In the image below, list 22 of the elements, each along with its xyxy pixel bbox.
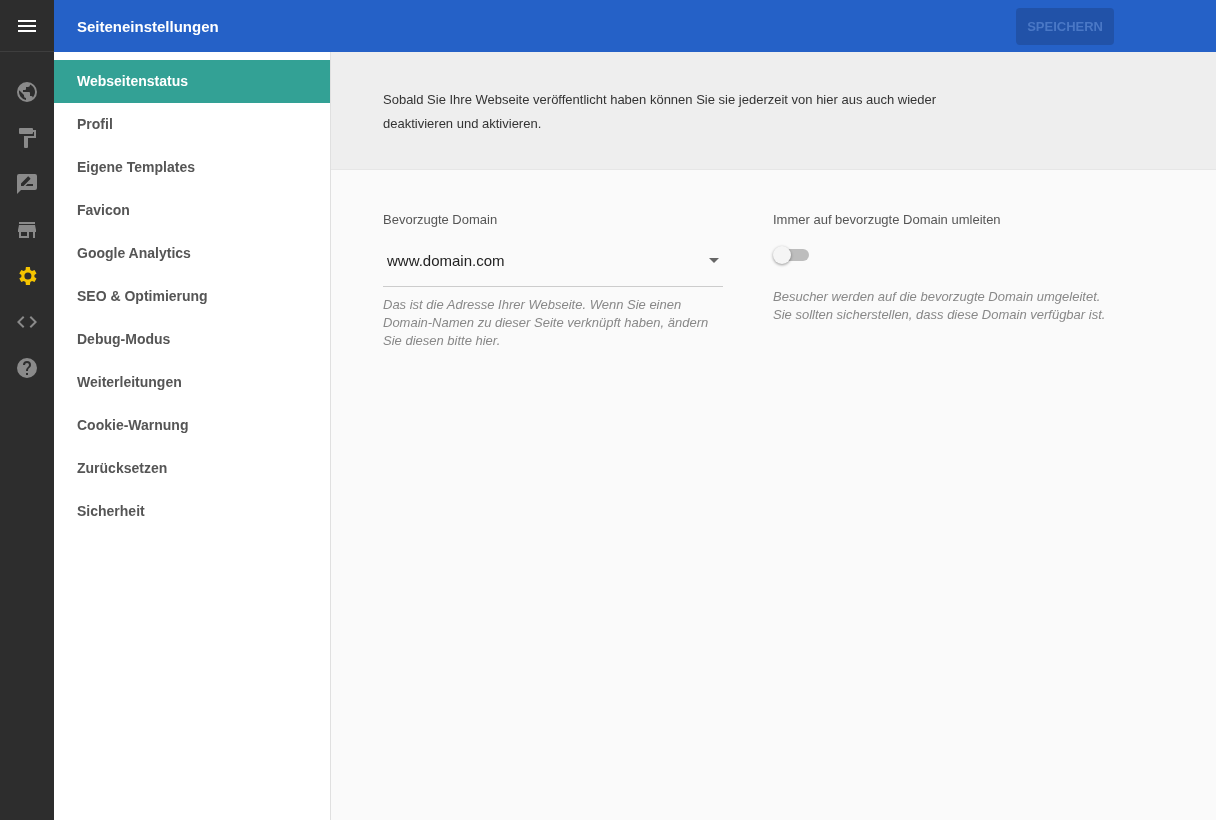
sidebar-item[interactable]: Weiterleitungen — [54, 361, 330, 404]
sidebar-item[interactable]: Profil — [54, 103, 330, 146]
sidebar-item[interactable]: Eigene Templates — [54, 146, 330, 189]
sidebar-item[interactable]: Favicon — [54, 189, 330, 232]
info-text: Sobald Sie Ihre Webseite veröffentlicht haben können Sie sie jederzeit von hier aus auch wieder deaktivieren und aktivieren. — [383, 91, 938, 133]
domain-dropdown[interactable]: www.domain.com — [383, 245, 723, 287]
globe-icon[interactable] — [15, 80, 39, 104]
feedback-icon[interactable] — [15, 172, 39, 196]
sidebar-item[interactable]: Google Analytics — [54, 232, 330, 275]
toggle-hint: Besucher werden auf die bevorzugte Domain umgeleitet. Sie sollten sicherstellen, dass diese Domain verfügbar ist. — [773, 288, 1107, 324]
sidebar-item[interactable]: Cookie-Warnung — [54, 404, 330, 447]
sidebar-item[interactable]: SEO & Optimierung — [54, 275, 330, 318]
redirect-toggle[interactable] — [773, 245, 811, 265]
sidebar-item[interactable]: Debug-Modus — [54, 318, 330, 361]
sidebar-item[interactable]: Sicherheit — [54, 490, 330, 533]
page-title: Seiteneinstellungen — [77, 17, 220, 35]
dropdown-caret-icon — [709, 257, 719, 263]
help-icon[interactable] — [15, 356, 39, 380]
toggle-label: Immer auf bevorzugte Domain umleiten — [773, 212, 1002, 227]
field-hint: Das ist die Adresse Ihrer Webseite. Wenn Sie einen Domain-Namen zu dieser Seite verknüpft haben, ändern Sie diesen bitte hier. — [383, 296, 710, 350]
sidebar-item[interactable]: Zurücksetzen — [54, 447, 330, 490]
field-label: Bevorzugte Domain — [383, 212, 499, 227]
